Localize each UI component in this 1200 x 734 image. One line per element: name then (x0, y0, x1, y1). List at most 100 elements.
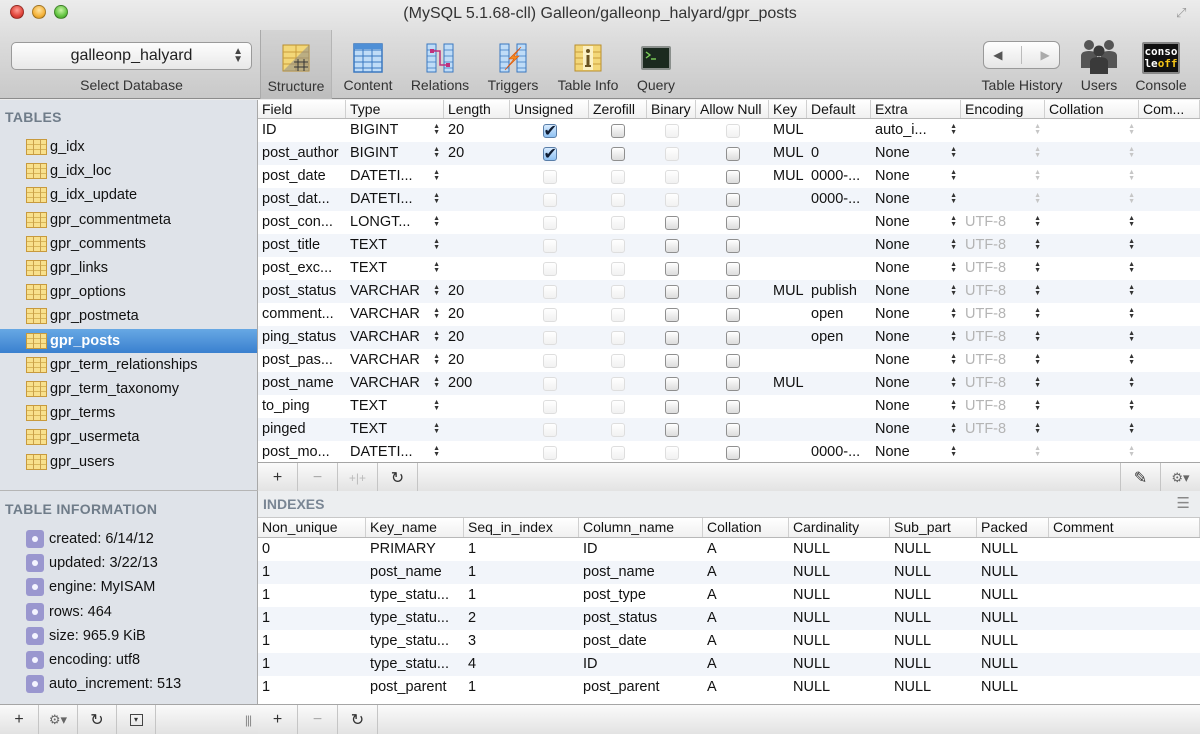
binary-checkbox[interactable] (664, 284, 679, 299)
encoding-dropdown-arrows-icon[interactable]: ▲ ▼ (1034, 123, 1041, 136)
comment-cell[interactable] (1139, 211, 1200, 234)
type-cell[interactable]: VARCHAR ▲ ▼ (346, 326, 444, 349)
index-column-header[interactable]: Sub_part (890, 518, 977, 537)
length-cell[interactable]: 20 (444, 326, 510, 349)
comment-cell[interactable] (1139, 165, 1200, 188)
collation-dropdown-arrows-icon[interactable]: ▲ ▼ (1128, 238, 1135, 251)
zerofill-checkbox[interactable] (611, 215, 625, 230)
field-name-cell[interactable]: post_name (258, 372, 346, 395)
type-cell[interactable]: TEXT ▲ ▼ (346, 418, 444, 441)
structure-row[interactable]: ping_status VARCHAR ▲ ▼ 20 open None ▲ ▼ UTF-8 ▲ ▼ ▲… (258, 326, 1200, 349)
sidebar-table-item[interactable]: gpr_term_relationships (0, 353, 257, 377)
comment-cell[interactable] (1139, 418, 1200, 441)
binary-checkbox[interactable] (664, 307, 679, 322)
index-row[interactable]: 1 type_statu... 4 ID A NULL NULL NULL (258, 653, 1200, 676)
refresh-tables-button[interactable]: ↻ (78, 705, 117, 734)
extra-dropdown-arrows-icon[interactable]: ▲ ▼ (950, 192, 957, 205)
add-table-button[interactable]: + (0, 705, 39, 734)
length-cell[interactable] (444, 188, 510, 211)
collation-cell[interactable]: ▲ ▼ (1045, 211, 1139, 234)
index-row[interactable]: 0 PRIMARY 1 ID A NULL NULL NULL (258, 538, 1200, 561)
type-dropdown-arrows-icon[interactable]: ▲ ▼ (433, 422, 440, 435)
zerofill-checkbox[interactable] (611, 192, 625, 207)
collation-dropdown-arrows-icon[interactable]: ▲ ▼ (1128, 169, 1135, 182)
sidebar-table-item[interactable]: gpr_links (0, 256, 257, 280)
encoding-dropdown-arrows-icon[interactable]: ▲ ▼ (1034, 376, 1041, 389)
allow-null-checkbox[interactable] (725, 261, 740, 276)
encoding-dropdown-arrows-icon[interactable]: ▲ ▼ (1034, 215, 1041, 228)
encoding-cell[interactable]: UTF-8 ▲ ▼ (961, 372, 1045, 395)
type-cell[interactable]: LONGT... ▲ ▼ (346, 211, 444, 234)
zerofill-checkbox[interactable] (611, 422, 625, 437)
type-dropdown-arrows-icon[interactable]: ▲ ▼ (433, 399, 440, 412)
sidebar-divider[interactable] (0, 490, 258, 491)
extra-dropdown-arrows-icon[interactable]: ▲ ▼ (950, 215, 957, 228)
sidebar-resize-grip[interactable]: ||| (238, 705, 258, 734)
extra-dropdown-arrows-icon[interactable]: ▲ ▼ (950, 353, 957, 366)
default-cell[interactable] (807, 372, 871, 395)
default-cell[interactable]: 0 (807, 142, 871, 165)
extra-dropdown-arrows-icon[interactable]: ▲ ▼ (950, 307, 957, 320)
field-name-cell[interactable]: comment... (258, 303, 346, 326)
unsigned-checkbox[interactable] (542, 376, 557, 391)
unsigned-checkbox[interactable] (542, 261, 557, 276)
field-name-cell[interactable]: post_con... (258, 211, 346, 234)
column-header[interactable]: Extra (871, 100, 961, 118)
allow-null-checkbox[interactable] (725, 376, 740, 391)
extra-dropdown-arrows-icon[interactable]: ▲ ▼ (950, 284, 957, 297)
type-dropdown-arrows-icon[interactable]: ▲ ▼ (433, 215, 440, 228)
allow-null-checkbox[interactable] (725, 215, 740, 230)
field-name-cell[interactable]: to_ping (258, 395, 346, 418)
encoding-dropdown-arrows-icon[interactable]: ▲ ▼ (1034, 399, 1041, 412)
length-cell[interactable]: 20 (444, 119, 510, 142)
zerofill-checkbox[interactable] (611, 353, 625, 368)
unsigned-checkbox[interactable] (542, 330, 557, 345)
encoding-cell[interactable]: UTF-8 ▲ ▼ (961, 303, 1045, 326)
comment-cell[interactable] (1139, 188, 1200, 211)
index-column-header[interactable]: Collation (703, 518, 789, 537)
collation-dropdown-arrows-icon[interactable]: ▲ ▼ (1128, 215, 1135, 228)
structure-row[interactable]: post_status VARCHAR ▲ ▼ 20 MUL publish None ▲ ▼ UT… (258, 280, 1200, 303)
binary-checkbox[interactable] (664, 376, 679, 391)
allow-null-checkbox[interactable] (725, 169, 740, 184)
zerofill-checkbox[interactable] (611, 307, 625, 322)
unsigned-checkbox[interactable] (542, 307, 557, 322)
column-header[interactable]: Allow Null (696, 100, 769, 118)
collation-cell[interactable]: ▲ ▼ (1045, 165, 1139, 188)
index-column-header[interactable]: Key_name (366, 518, 464, 537)
length-cell[interactable] (444, 441, 510, 464)
allow-null-checkbox[interactable] (725, 123, 740, 138)
encoding-dropdown-arrows-icon[interactable]: ▲ ▼ (1034, 445, 1041, 458)
edit-table-button[interactable]: ✎ (1120, 463, 1160, 492)
encoding-dropdown-arrows-icon[interactable]: ▲ ▼ (1034, 261, 1041, 274)
extra-cell[interactable]: None ▲ ▼ (871, 280, 961, 303)
extra-dropdown-arrows-icon[interactable]: ▲ ▼ (950, 123, 957, 136)
index-column-header[interactable]: Non_unique (258, 518, 366, 537)
console-button[interactable]: conso leoff Console (1128, 36, 1194, 98)
type-dropdown-arrows-icon[interactable]: ▲ ▼ (433, 445, 440, 458)
column-header[interactable]: Field (258, 100, 346, 118)
field-name-cell[interactable]: ping_status (258, 326, 346, 349)
unsigned-checkbox[interactable] (542, 445, 557, 460)
binary-checkbox[interactable] (664, 422, 679, 437)
type-cell[interactable]: VARCHAR ▲ ▼ (346, 303, 444, 326)
tab-content[interactable]: Content (337, 36, 399, 98)
type-dropdown-arrows-icon[interactable]: ▲ ▼ (433, 376, 440, 389)
default-cell[interactable]: 0000-... (807, 188, 871, 211)
encoding-cell[interactable]: ▲ ▼ (961, 119, 1045, 142)
refresh-structure-button[interactable]: ↻ (378, 463, 418, 492)
default-cell[interactable]: publish (807, 280, 871, 303)
structure-row[interactable]: post_name VARCHAR ▲ ▼ 200 MUL None ▲ ▼ UTF-8 ▲ ▼ ▲ ▼ (258, 372, 1200, 395)
extra-cell[interactable]: None ▲ ▼ (871, 165, 961, 188)
structure-actions-button[interactable]: ⚙▾ (1160, 463, 1200, 492)
sidebar-table-item[interactable]: gpr_term_taxonomy (0, 377, 257, 401)
collation-dropdown-arrows-icon[interactable]: ▲ ▼ (1128, 376, 1135, 389)
encoding-cell[interactable]: ▲ ▼ (961, 441, 1045, 464)
column-header[interactable]: Key (769, 100, 807, 118)
unsigned-checkbox[interactable] (542, 399, 557, 414)
toggle-table-info-button[interactable]: ▾ (117, 705, 156, 734)
table-actions-button[interactable]: ⚙▾ (39, 705, 78, 734)
type-dropdown-arrows-icon[interactable]: ▲ ▼ (433, 353, 440, 366)
collation-cell[interactable]: ▲ ▼ (1045, 303, 1139, 326)
binary-checkbox[interactable] (664, 330, 679, 345)
